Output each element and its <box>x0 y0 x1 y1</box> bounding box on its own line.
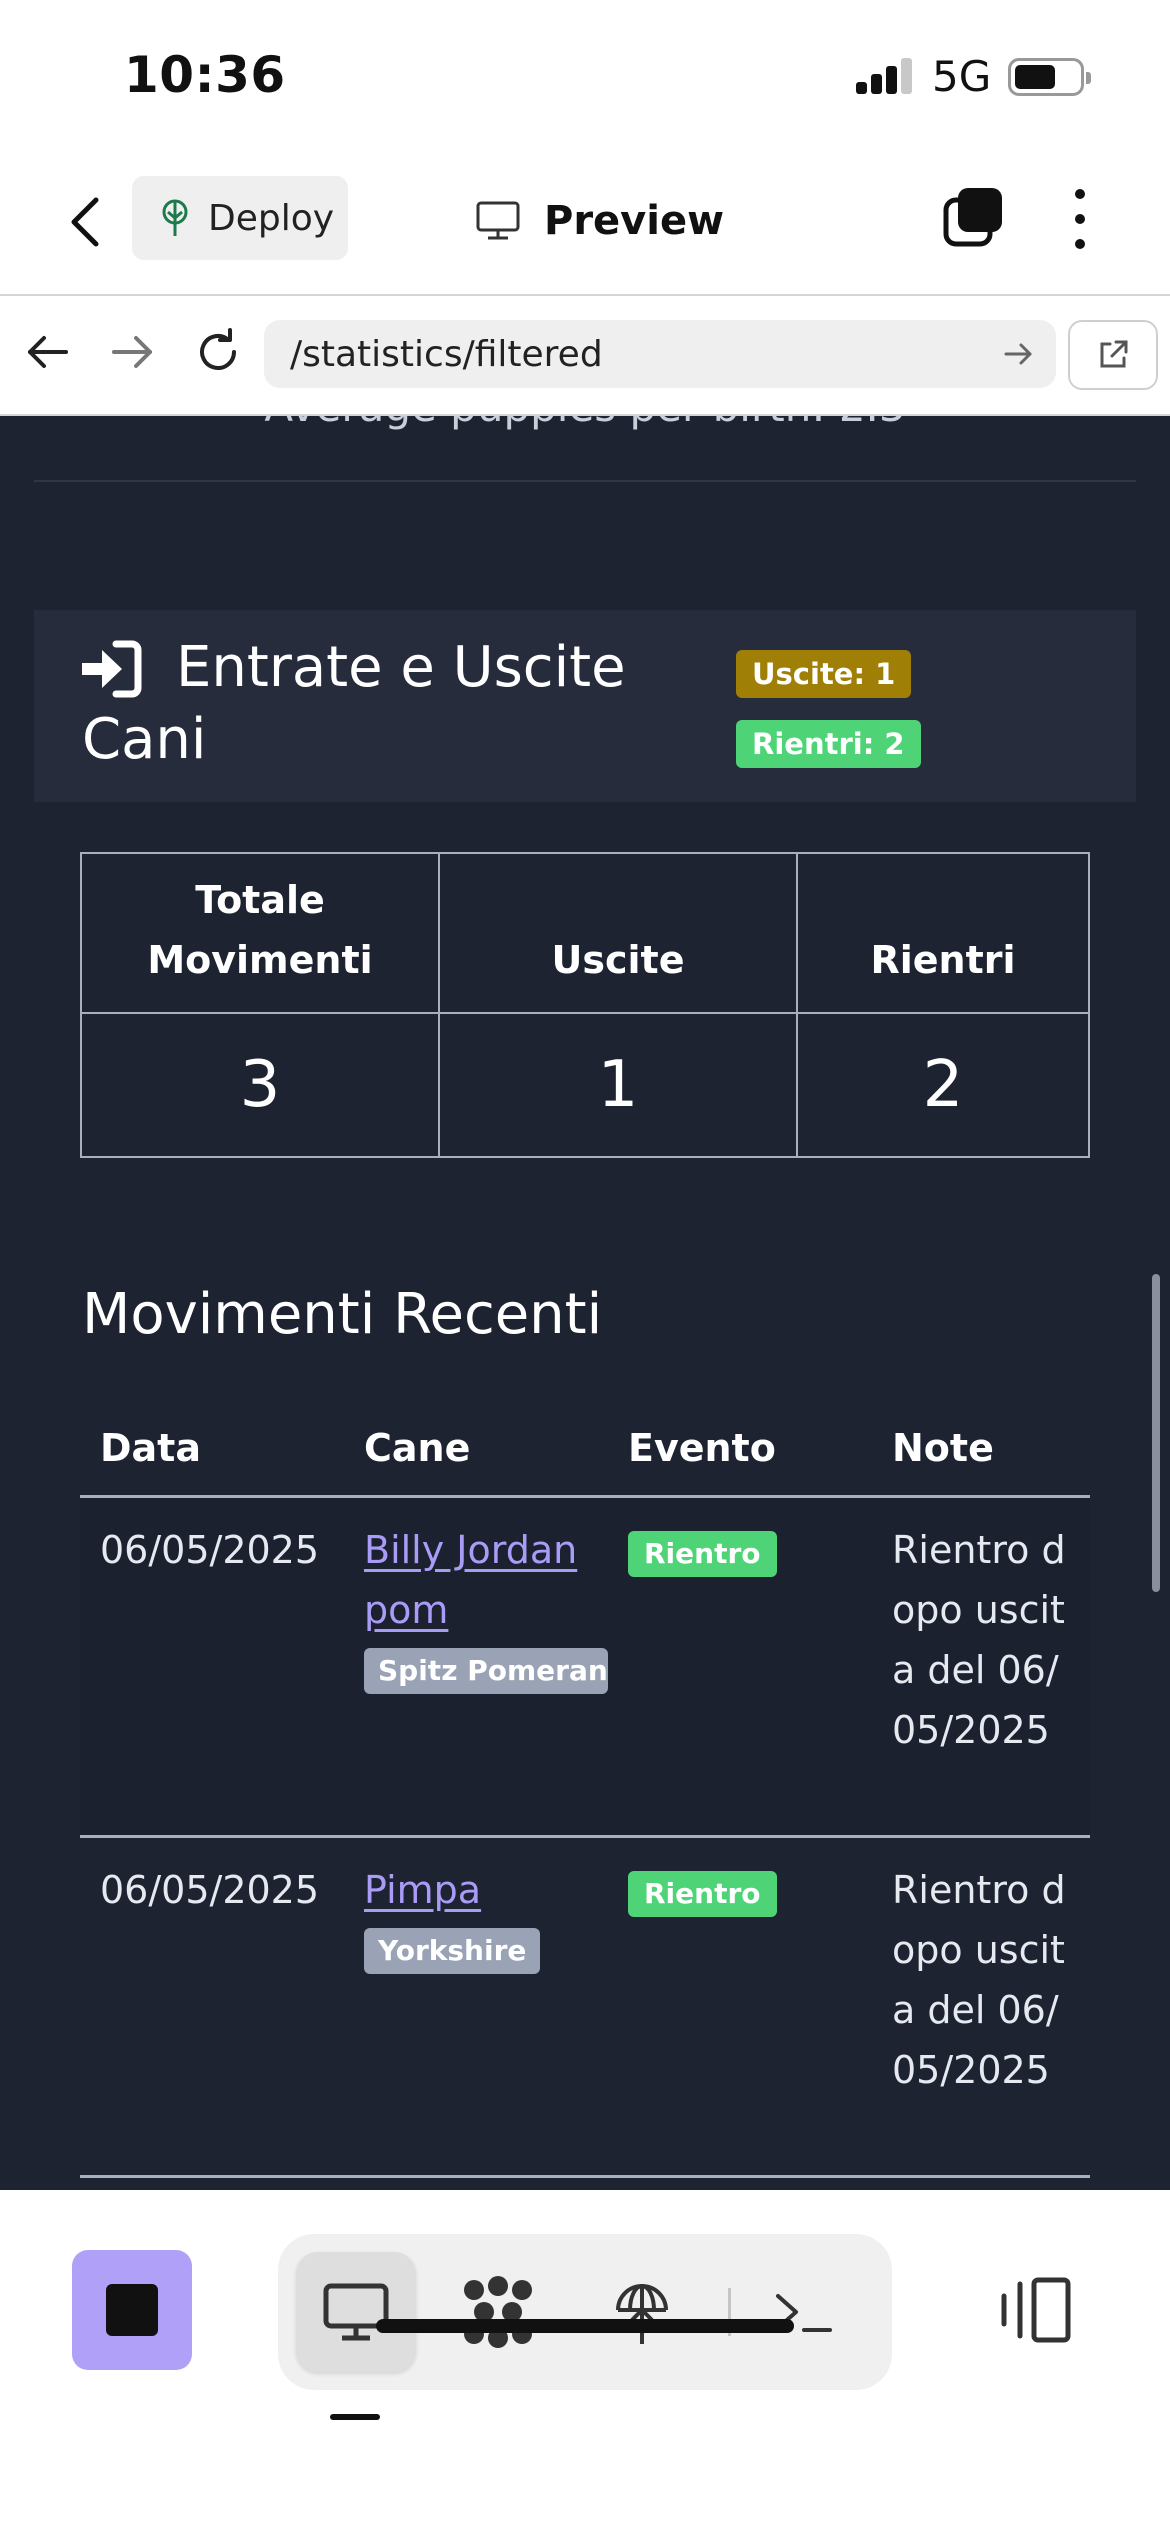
row-note: Rientro dopo uscita del 06/05/2025 <box>892 1868 1066 2092</box>
deploy-button[interactable]: Deploy <box>132 176 348 260</box>
page-content: Average puppies per birth: 2.3 Entrate e… <box>0 416 1170 2190</box>
external-link-icon <box>1100 340 1128 368</box>
tabs-icon[interactable] <box>942 186 1004 248</box>
home-indicator[interactable] <box>376 2319 794 2333</box>
table-row: 06/05/2025 Billy Jordan pom Spitz Pomera… <box>80 1498 1090 1838</box>
bottom-toolbar <box>0 2190 1170 2532</box>
battery-icon <box>1008 58 1091 96</box>
table-row: 06/05/2025 Pimpa Yorkshire Rientro Rient… <box>80 1838 1090 2178</box>
deploy-tree-icon <box>162 199 188 236</box>
pattern-view-button[interactable] <box>438 2252 558 2372</box>
pattern-icon <box>464 2276 532 2348</box>
view-switcher <box>278 2234 892 2390</box>
cut-off-text: Average puppies per birth: 2.3 <box>0 416 1170 431</box>
back-icon[interactable] <box>64 192 108 252</box>
recent-movements-title: Movimenti Recenti <box>82 1282 603 1347</box>
stats-header-rientri: Rientri <box>798 854 1088 1014</box>
deploy-icon <box>616 2284 668 2344</box>
row-event: Rientro <box>628 1860 818 1920</box>
arrow-right-icon[interactable] <box>106 326 158 378</box>
status-bar: 10:36 5G <box>0 0 1170 150</box>
row-date: 06/05/2025 <box>100 1528 320 1572</box>
stats-table: Totale Movimenti Uscite Rientri 3 1 2 <box>80 852 1090 1158</box>
sidebar-icon[interactable] <box>998 2274 1074 2346</box>
row-date: 06/05/2025 <box>100 1868 320 1912</box>
row-dog: Billy Jordan pom Spitz Pomerania <box>364 1520 608 1711</box>
url-field[interactable]: /statistics/filtered <box>264 320 1056 388</box>
card-title: Entrate e Uscite Cani <box>82 635 626 772</box>
stop-button[interactable] <box>72 2250 192 2370</box>
app-header: Deploy Preview <box>0 150 1170 296</box>
rientri-badge: Rientri: 2 <box>736 720 921 768</box>
deploy-label: Deploy <box>208 197 335 239</box>
status-time: 10:36 <box>124 46 286 104</box>
preview-view-button[interactable] <box>296 2252 416 2372</box>
go-arrow-icon[interactable] <box>1002 338 1034 370</box>
monitor-icon <box>323 2283 389 2341</box>
header-data: Data <box>100 1426 201 1470</box>
stats-value-rientri: 2 <box>922 1048 964 1122</box>
uscite-badge: Uscite: 1 <box>736 650 912 698</box>
event-badge: Rientro <box>628 1531 777 1577</box>
header-note: Note <box>892 1426 994 1470</box>
terminal-view-button[interactable] <box>744 2252 864 2372</box>
browser-url-bar: /statistics/filtered <box>0 296 1170 416</box>
stats-header-total: Totale Movimenti <box>82 854 440 1014</box>
breed-badge: Yorkshire <box>364 1928 541 1974</box>
open-external-button[interactable] <box>1068 320 1158 390</box>
stop-icon <box>106 2284 158 2336</box>
preview-label: Preview <box>544 198 725 244</box>
stats-value-total: 3 <box>82 1014 440 1156</box>
deploy-view-button[interactable] <box>582 2252 702 2372</box>
signal-icon <box>856 58 914 94</box>
table-header: Data Cane Evento Note <box>80 1380 1090 1498</box>
monitor-icon <box>476 201 520 240</box>
header-evento: Evento <box>628 1426 776 1470</box>
dog-link[interactable]: Pimpa <box>364 1860 608 1920</box>
scrollbar[interactable] <box>1152 1274 1160 1592</box>
card-header: Entrate e Uscite Cani Uscite: 1 Rientri:… <box>34 610 1136 802</box>
row-event: Rientro <box>628 1520 818 1580</box>
row-note: Rientro dopo uscita del 06/05/2025 <box>892 1528 1066 1752</box>
dog-link[interactable]: Billy Jordan pom <box>364 1520 608 1640</box>
network-label: 5G <box>932 52 992 101</box>
stats-header-uscite: Uscite <box>440 854 798 1014</box>
stats-value-uscite: 1 <box>440 1014 798 1156</box>
more-icon[interactable] <box>1060 186 1100 252</box>
url-text: /statistics/filtered <box>290 333 603 375</box>
preview-title: Preview <box>476 186 724 256</box>
reload-icon[interactable] <box>190 324 246 380</box>
divider <box>34 480 1136 482</box>
arrow-left-icon[interactable] <box>22 326 74 378</box>
event-badge: Rientro <box>628 1871 777 1917</box>
breed-badge: Spitz Pomerania <box>364 1648 608 1694</box>
recent-movements-table: Data Cane Evento Note 06/05/2025 Billy J… <box>80 1380 1090 2178</box>
active-tab-indicator <box>330 2414 380 2420</box>
row-dog: Pimpa Yorkshire <box>364 1860 608 1991</box>
header-cane: Cane <box>364 1426 471 1470</box>
